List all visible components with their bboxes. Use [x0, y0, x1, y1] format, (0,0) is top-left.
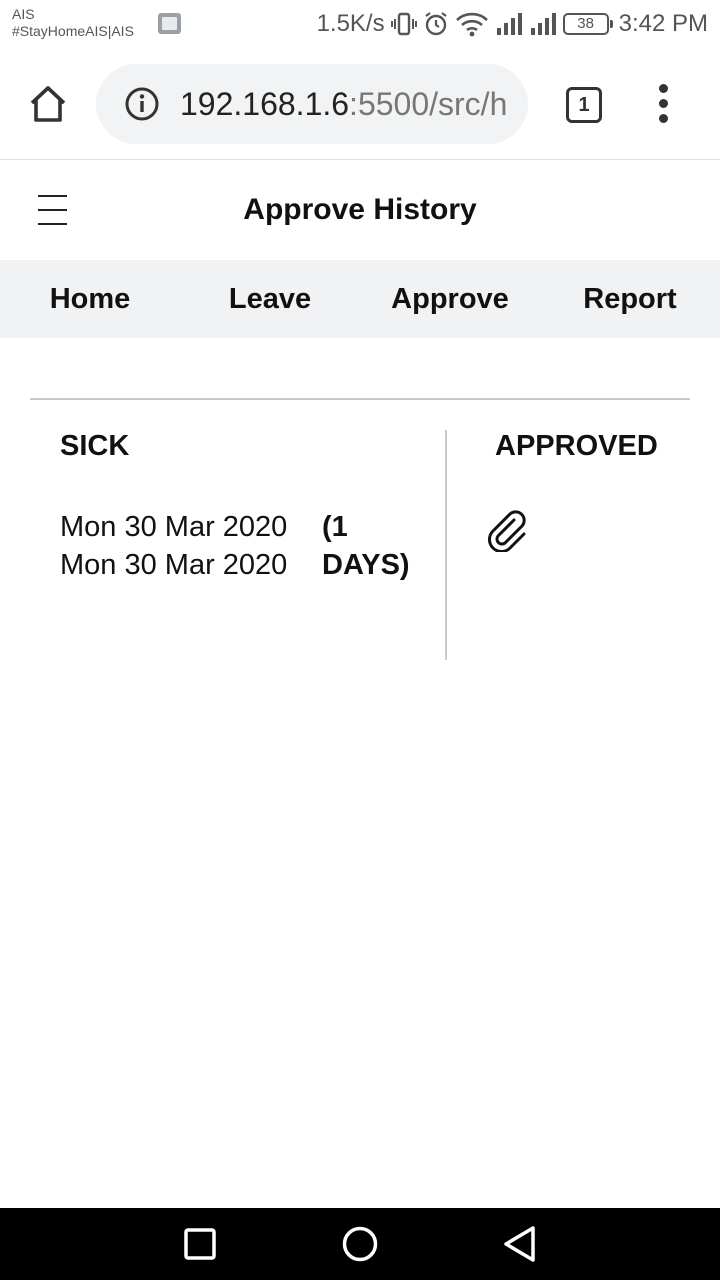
start-date: Mon 30 Mar 2020 [60, 511, 288, 543]
net-speed: 1.5K/s [316, 10, 385, 37]
carrier-info: AIS #StayHomeAIS|AIS [12, 6, 134, 40]
status-indicators: 1.5K/s 38 3:42 PM [317, 8, 708, 40]
url-path: :5500/src/h [349, 86, 508, 122]
url-text[interactable]: 192.168.1.6:5500/src/h [180, 64, 508, 144]
recents-icon[interactable] [180, 1224, 220, 1264]
address-bar[interactable]: 192.168.1.6:5500/src/h [96, 64, 528, 144]
page-title: Approve History [243, 193, 477, 226]
wifi-icon [455, 12, 488, 37]
home-nav-icon[interactable] [340, 1224, 380, 1264]
paperclip-icon[interactable] [484, 506, 530, 552]
system-nav-bar [0, 1208, 720, 1280]
alarm-icon [424, 12, 447, 36]
carrier-tag: #StayHomeAIS|AIS [12, 23, 134, 39]
end-date: Mon 30 Mar 2020 [60, 549, 288, 581]
app-header: Approve History [0, 160, 720, 260]
nav-item-home[interactable]: Home [0, 260, 180, 338]
leave-type: SICK [60, 430, 130, 462]
main-nav: Home Leave Approve Report [0, 260, 720, 338]
url-host: 192.168.1.6 [180, 86, 350, 122]
back-icon[interactable] [500, 1224, 540, 1264]
menu-icon[interactable] [38, 192, 67, 228]
leave-dates: Mon 30 Mar 2020 Mon 30 Mar 2020 [60, 508, 300, 584]
leave-duration: (1 DAYS) [322, 511, 410, 581]
nav-item-leave[interactable]: Leave [180, 260, 360, 338]
nav-item-approve[interactable]: Approve [360, 260, 540, 338]
column-divider [445, 430, 447, 660]
nav-item-report[interactable]: Report [540, 260, 720, 338]
history-record: SICK Mon 30 Mar 2020 Mon 30 Mar 2020 (1 … [30, 420, 690, 660]
carrier-name: AIS [12, 6, 35, 22]
signal-icon-2 [530, 13, 556, 35]
status-label: APPROVED [495, 430, 658, 462]
vibrate-icon [390, 12, 417, 36]
clock: 3:42 PM [618, 10, 708, 37]
browser-toolbar: 192.168.1.6:5500/src/h 1 [0, 48, 720, 160]
more-options-icon[interactable] [654, 84, 674, 124]
tab-switcher-button[interactable]: 1 [566, 87, 602, 123]
home-icon[interactable] [26, 82, 70, 126]
image-notification-icon [158, 13, 181, 34]
battery-icon: 38 [562, 13, 613, 35]
divider [30, 398, 690, 400]
status-bar: AIS #StayHomeAIS|AIS 1.5K/s 38 3:42 PM [0, 0, 720, 48]
signal-icon-1 [496, 13, 522, 35]
info-icon[interactable] [124, 86, 160, 122]
